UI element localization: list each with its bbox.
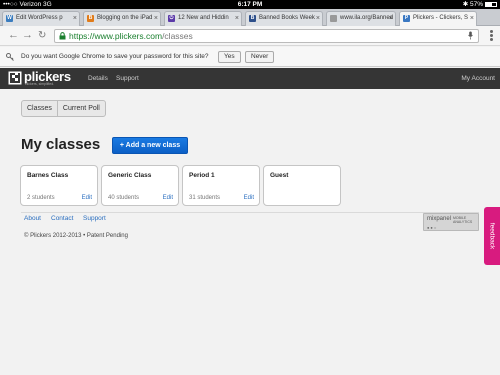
tab-title: Plickers - Clickers, S [413, 15, 469, 21]
forward-arrow-icon[interactable]: → [22, 28, 33, 43]
footer-support-link[interactable]: Support [83, 215, 106, 222]
back-arrow-icon[interactable]: ← [8, 28, 19, 43]
class-card-guest[interactable]: Guest [263, 165, 341, 206]
feedback-label: feedback [488, 222, 496, 250]
browser-tab[interactable]: B Banned Books Week × [245, 11, 323, 26]
battery-status: ✱ 57% [463, 0, 497, 9]
site-header: plickers clickers, simplified. Details S… [0, 68, 500, 89]
close-tab-icon[interactable]: × [470, 12, 474, 25]
tab-title: www.ila.org/Banned [340, 15, 394, 21]
tab-title: Blogging on the iPad [97, 15, 153, 21]
student-count: 2 students [27, 195, 55, 201]
wordpress-favicon-icon: W [6, 15, 13, 22]
blog-favicon-icon: B [87, 15, 94, 22]
tab-classes[interactable]: Classes [22, 101, 57, 116]
address-bar[interactable]: https://www.plickers.com/classes [54, 29, 479, 43]
nav-support-link[interactable]: Support [116, 68, 139, 89]
footer-contact-link[interactable]: Contact [51, 215, 73, 222]
class-card[interactable]: Generic Class 40 students Edit [101, 165, 179, 206]
class-name: Barnes Class [27, 172, 69, 179]
browser-tab[interactable]: ⏻ 12 New and Hiddin × [164, 11, 242, 26]
footer-about-link[interactable]: About [24, 215, 41, 222]
close-tab-icon[interactable]: × [316, 12, 320, 25]
power-favicon-icon: ⏻ [168, 15, 175, 22]
key-icon [6, 53, 14, 61]
close-tab-icon[interactable]: × [389, 12, 393, 25]
infobar-message: Do you want Google Chrome to save your p… [21, 53, 209, 60]
student-count: 40 students [108, 195, 140, 201]
mixpanel-dots-icon: ●●○ [427, 225, 438, 230]
tab-title: Edit WordPress p [16, 15, 63, 21]
save-password-never-button[interactable]: Never [245, 51, 275, 63]
class-name: Guest [270, 172, 289, 179]
browser-tab[interactable]: W Edit WordPress p × [2, 11, 80, 26]
page-title: My classes [21, 136, 101, 153]
microphone-icon[interactable] [468, 31, 473, 40]
url-host: https://www.plickers.com [69, 31, 163, 41]
page-favicon-icon [330, 15, 337, 22]
plickers-logo-icon [8, 71, 22, 85]
feedback-tab[interactable]: feedback [484, 207, 500, 265]
browser-tab-active[interactable]: P Plickers - Clickers, S × [399, 11, 477, 26]
url-path: /classes [162, 31, 193, 41]
edit-class-link[interactable]: Edit [163, 195, 173, 201]
tab-current-poll[interactable]: Current Poll [56, 101, 105, 116]
student-count: 31 students [189, 195, 221, 201]
lock-icon [59, 32, 66, 40]
tab-title: Banned Books Week [259, 15, 315, 21]
chrome-menu-icon[interactable] [490, 30, 493, 42]
class-name: Period 1 [189, 172, 215, 179]
mixpanel-subtitle: MOBILE ANALYTICS [453, 216, 473, 224]
logo-tagline: clickers, simplified. [25, 82, 55, 86]
browser-toolbar: ← → ↻ https://www.plickers.com/classes [0, 26, 500, 46]
class-name: Generic Class [108, 172, 152, 179]
battery-percent: 57% [469, 1, 483, 8]
my-account-link[interactable]: My Account [461, 68, 495, 89]
browser-tab[interactable]: B Blogging on the iPad × [83, 11, 161, 26]
browser-tab-strip: W Edit WordPress p × B Blogging on the i… [0, 9, 500, 26]
close-tab-icon[interactable]: × [73, 12, 77, 25]
view-toggle: Classes Current Poll [21, 100, 106, 117]
clock: 6:17 PM [237, 1, 263, 8]
b-favicon-icon: B [249, 15, 256, 22]
close-tab-icon[interactable]: × [235, 12, 239, 25]
footer-divider [21, 212, 479, 213]
close-tab-icon[interactable]: × [154, 12, 158, 25]
save-password-infobar: Do you want Google Chrome to save your p… [0, 47, 500, 67]
class-card[interactable]: Barnes Class 2 students Edit [20, 165, 98, 206]
edit-class-link[interactable]: Edit [244, 195, 254, 201]
reload-icon[interactable]: ↻ [38, 28, 46, 43]
add-class-button[interactable]: + Add a new class [112, 137, 188, 154]
save-password-yes-button[interactable]: Yes [218, 51, 241, 63]
mixpanel-badge[interactable]: mixpanel MOBILE ANALYTICS ●●○ [423, 213, 479, 231]
battery-icon [485, 1, 497, 7]
browser-tab[interactable]: www.ila.org/Banned × [326, 11, 396, 26]
class-card[interactable]: Period 1 31 students Edit [182, 165, 260, 206]
ios-status-bar: •••○○ Verizon 3G 6:17 PM ✱ 57% [0, 0, 500, 9]
mixpanel-name: mixpanel [427, 216, 452, 222]
nav-details-link[interactable]: Details [88, 68, 108, 89]
copyright-text: © Plickers 2012-2013 • Patent Pending [24, 233, 128, 239]
tab-title: 12 New and Hiddin [178, 15, 229, 21]
plickers-favicon-icon: P [403, 15, 410, 22]
edit-class-link[interactable]: Edit [82, 195, 92, 201]
